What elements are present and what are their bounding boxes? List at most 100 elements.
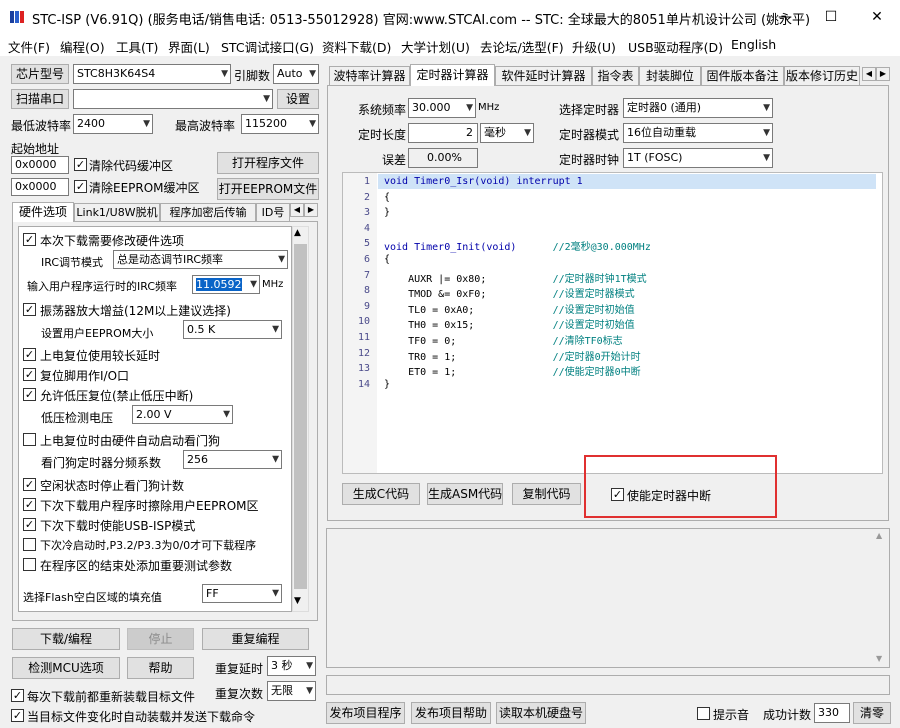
generate-asm-button[interactable]: 生成ASM代码 bbox=[427, 483, 503, 505]
menu-interface[interactable]: 界面(L) bbox=[168, 37, 210, 56]
maximize-button[interactable]: ☐ bbox=[808, 0, 854, 34]
clear-count-button[interactable]: 清零 bbox=[853, 702, 891, 724]
tab-timer-calculator[interactable]: 定时器计算器 bbox=[410, 64, 495, 86]
output-scrollbar[interactable] bbox=[873, 529, 889, 667]
length-unit-select[interactable]: 毫秒 ▼ bbox=[480, 123, 534, 143]
tab-link1[interactable]: Link1/U8W脱机 bbox=[74, 203, 160, 222]
output-scroll-up-icon[interactable]: ▲ bbox=[876, 531, 882, 540]
tab-hardware-options[interactable]: 硬件选项 bbox=[12, 202, 74, 222]
repeat-program-button[interactable]: 重复编程 bbox=[202, 628, 309, 650]
tab-scroll-left-icon[interactable]: ◀ bbox=[290, 203, 304, 217]
tab-encrypt[interactable]: 程序加密后传输 bbox=[160, 203, 256, 222]
tab-baud-calculator[interactable]: 波特率计算器 bbox=[329, 66, 410, 86]
min-baud-select[interactable]: 2400 ▼ bbox=[73, 114, 153, 134]
publish-help-button[interactable]: 发布项目帮助 bbox=[411, 702, 491, 724]
irc-freq-select[interactable]: 11.0592 ▼ bbox=[192, 275, 260, 294]
minimize-button[interactable]: — bbox=[762, 0, 808, 34]
timer-mode-select[interactable]: 16位自动重载 ▼ bbox=[623, 123, 773, 143]
line-number: 9 bbox=[363, 300, 370, 312]
read-disk-button[interactable]: 读取本机硬盘号 bbox=[496, 702, 586, 724]
menu-forum[interactable]: 去论坛/选型(F) bbox=[480, 37, 564, 56]
output-scroll-down-icon[interactable]: ▼ bbox=[876, 654, 882, 663]
reset-io-checkbox[interactable]: ✓ bbox=[23, 368, 36, 381]
tab-firmware-notes[interactable]: 固件版本备注 bbox=[701, 66, 784, 86]
menu-upgrade[interactable]: 升级(U) bbox=[572, 37, 616, 56]
timer-select[interactable]: 定时器0 (通用) ▼ bbox=[623, 98, 773, 118]
menu-english[interactable]: English bbox=[731, 37, 776, 52]
menu-program[interactable]: 编程(O) bbox=[60, 37, 105, 56]
pins-select[interactable]: Auto ▼ bbox=[273, 64, 319, 84]
tab-scroll-right-icon[interactable]: ▶ bbox=[304, 203, 318, 217]
download-program-button[interactable]: 下载/编程 bbox=[12, 628, 120, 650]
check-mcu-button[interactable]: 检测MCU选项 bbox=[12, 657, 120, 679]
repeat-count-select[interactable]: 无限 ▼ bbox=[267, 681, 316, 701]
tab-package-pins[interactable]: 封装脚位 bbox=[639, 66, 701, 86]
open-eeprom-file-button[interactable]: 打开EEPROM文件 bbox=[217, 178, 319, 200]
copy-code-button[interactable]: 复制代码 bbox=[512, 483, 581, 505]
irc-mode-label: IRC调节模式 bbox=[41, 256, 104, 269]
generate-c-button[interactable]: 生成C代码 bbox=[342, 483, 420, 505]
osc-gain-checkbox[interactable]: ✓ bbox=[23, 303, 36, 316]
lvd-select[interactable]: 2.00 V ▼ bbox=[132, 405, 233, 424]
cold-boot-checkbox[interactable] bbox=[23, 538, 36, 551]
reload-each-label: 每次下载前都重新装载目标文件 bbox=[27, 690, 196, 704]
clear-eeprom-checkbox[interactable]: ✓ bbox=[74, 180, 87, 193]
scan-port-button[interactable]: 扫描串口 bbox=[11, 89, 69, 109]
scroll-up-icon[interactable]: ▲ bbox=[294, 228, 301, 238]
right-tab-scroll-left-icon[interactable]: ◀ bbox=[862, 67, 876, 81]
sound-checkbox[interactable] bbox=[697, 707, 710, 720]
length-input[interactable]: 2 bbox=[408, 123, 478, 143]
scrollbar-thumb[interactable] bbox=[294, 244, 307, 589]
repeat-delay-select[interactable]: 3 秒 ▼ bbox=[267, 656, 316, 676]
menu-usb-driver[interactable]: USB驱动程序(D) bbox=[628, 37, 723, 56]
max-baud-select[interactable]: 115200 ▼ bbox=[241, 114, 319, 134]
repeat-delay-label: 重复延时 bbox=[215, 662, 264, 676]
add-params-checkbox[interactable] bbox=[23, 558, 36, 571]
line-number: 11 bbox=[357, 332, 370, 343]
code-address-input[interactable]: 0x0000 bbox=[11, 156, 69, 174]
timer-clock-select[interactable]: 1T (FOSC) ▼ bbox=[623, 148, 773, 168]
wdt-div-select[interactable]: 256 ▼ bbox=[183, 450, 282, 469]
tab-id[interactable]: ID号 bbox=[256, 203, 290, 222]
output-log-area[interactable] bbox=[326, 528, 890, 668]
menu-file[interactable]: 文件(F) bbox=[8, 37, 50, 56]
sys-freq-select[interactable]: 30.000 ▼ bbox=[408, 98, 476, 118]
lvr-checkbox[interactable]: ✓ bbox=[23, 388, 36, 401]
eeprom-size-label: 设置用户EEPROM大小 bbox=[41, 327, 154, 340]
tab-delay-calculator[interactable]: 软件延时计算器 bbox=[495, 66, 592, 86]
idle-wdt-checkbox[interactable]: ✓ bbox=[23, 478, 36, 491]
help-button[interactable]: 帮助 bbox=[127, 657, 194, 679]
settings-button[interactable]: 设置 bbox=[277, 89, 319, 109]
wdt-checkbox[interactable] bbox=[23, 433, 36, 446]
menu-university[interactable]: 大学计划(U) bbox=[401, 37, 470, 56]
chip-model-select[interactable]: STC8H3K64S4 ▼ bbox=[73, 64, 231, 84]
eeprom-address-input[interactable]: 0x0000 bbox=[11, 178, 69, 196]
port-select[interactable]: ▼ bbox=[73, 89, 273, 109]
usb-isp-checkbox[interactable]: ✓ bbox=[23, 518, 36, 531]
modify-options-checkbox[interactable]: ✓ bbox=[23, 233, 36, 246]
usb-isp-label: 下次下载时使能USB-ISP模式 bbox=[40, 519, 196, 533]
close-button[interactable]: ✕ bbox=[854, 0, 900, 34]
power-delay-checkbox[interactable]: ✓ bbox=[23, 348, 36, 361]
clear-code-checkbox[interactable]: ✓ bbox=[74, 158, 87, 171]
stop-button[interactable]: 停止 bbox=[127, 628, 194, 650]
publish-program-button[interactable]: 发布项目程序 bbox=[326, 702, 405, 724]
eeprom-size-select[interactable]: 0.5 K ▼ bbox=[183, 320, 282, 339]
reload-each-checkbox[interactable]: ✓ bbox=[11, 689, 24, 702]
code-line: TR0 = 1; //定时器0开始计时 bbox=[384, 351, 641, 363]
scroll-down-icon[interactable]: ▼ bbox=[294, 596, 301, 606]
line-number: 2 bbox=[363, 191, 370, 203]
fill-value-select[interactable]: FF ▼ bbox=[202, 584, 282, 603]
tab-instruction-table[interactable]: 指令表 bbox=[592, 66, 639, 86]
tab-revision-history[interactable]: 版本修订历史 bbox=[784, 66, 860, 86]
irc-mode-select[interactable]: 总是动态调节IRC频率 ▼ bbox=[113, 250, 288, 269]
open-program-file-button[interactable]: 打开程序文件 bbox=[217, 152, 319, 174]
auto-reload-checkbox[interactable]: ✓ bbox=[11, 709, 24, 722]
error-label: 误差 bbox=[382, 153, 407, 167]
menu-debug[interactable]: STC调试接口(G) bbox=[221, 37, 314, 56]
menu-download[interactable]: 资料下载(D) bbox=[322, 37, 391, 56]
menu-tools[interactable]: 工具(T) bbox=[116, 37, 158, 56]
right-tab-scroll-right-icon[interactable]: ▶ bbox=[876, 67, 890, 81]
irc-freq-unit: MHz bbox=[262, 279, 284, 290]
erase-eeprom-checkbox[interactable]: ✓ bbox=[23, 498, 36, 511]
